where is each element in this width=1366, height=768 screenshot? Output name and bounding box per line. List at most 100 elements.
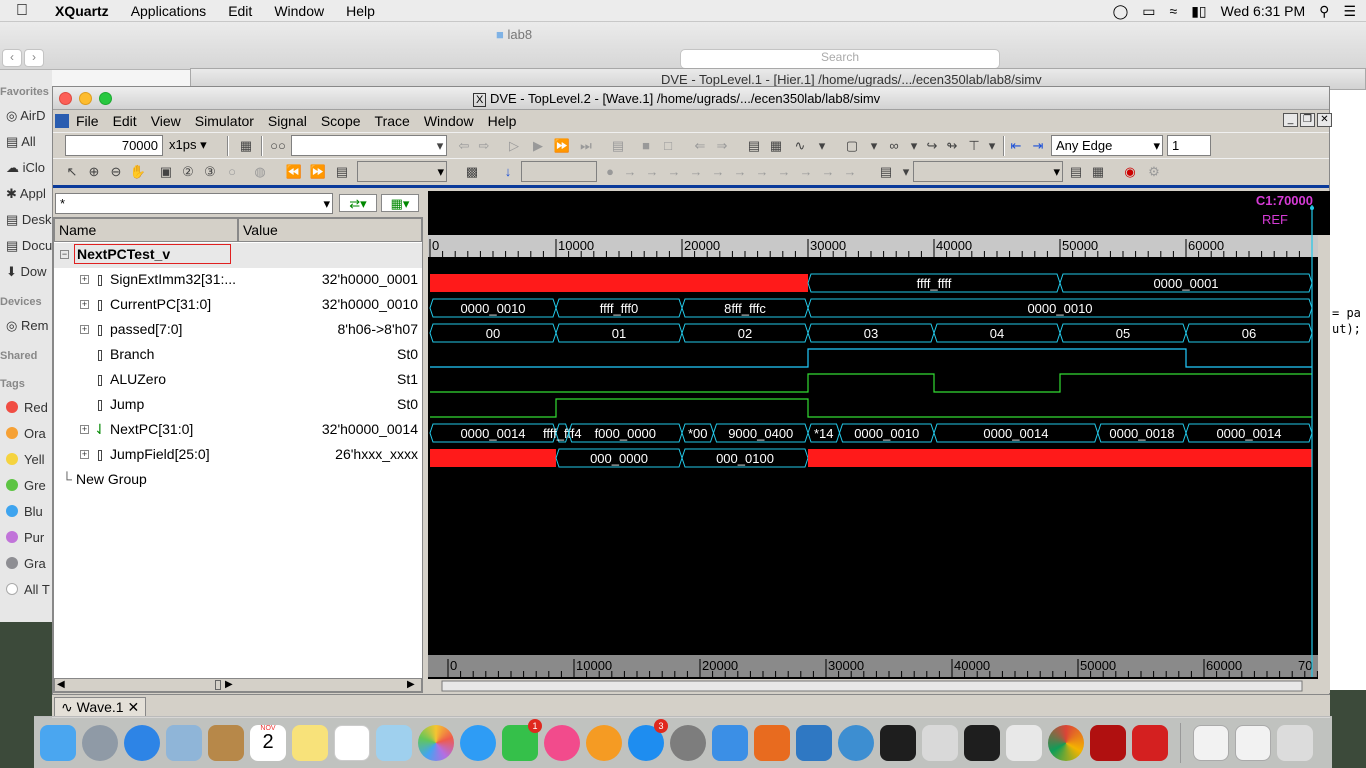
close-window-icon[interactable] [59, 92, 72, 105]
waveform-canvas[interactable]: 0010000100002000020000300003000040000400… [428, 191, 1330, 693]
quartus-icon[interactable] [838, 724, 874, 761]
notification-center-icon[interactable]: ☰ [1343, 3, 1356, 20]
time-input[interactable]: 70000 [65, 135, 163, 156]
find-prev-icon[interactable]: ⇦ [455, 137, 473, 155]
restart-icon[interactable]: ▤ [609, 137, 627, 155]
finish-icon[interactable]: □ [659, 137, 677, 155]
sidebar-tag-purple[interactable]: Pur [6, 530, 44, 545]
column-header-value[interactable]: Value [238, 218, 422, 242]
scroll-right-icon[interactable]: ▶ [225, 679, 233, 690]
find-dropdown-chevron-down-icon[interactable]: ▾ [431, 137, 449, 155]
signal-row[interactable]: ALUZero St1 [54, 368, 422, 393]
menu-edit[interactable]: Edit [106, 113, 144, 129]
group-row[interactable]: − NextPCTest_v [54, 243, 422, 268]
add-signal-icon[interactable]: ▤ [1067, 163, 1085, 181]
bp-6-icon[interactable]: → [731, 163, 749, 181]
signal-display-filter-icon[interactable]: ▦▾ [381, 194, 419, 212]
vmware-icon[interactable] [1006, 724, 1042, 761]
child-minimize-icon[interactable]: _ [1283, 113, 1298, 127]
bp-9-icon[interactable]: → [797, 163, 815, 181]
mail-icon[interactable] [166, 724, 202, 761]
bp-1-icon[interactable]: → [621, 163, 639, 181]
matlab-icon[interactable] [754, 724, 790, 761]
creative-cloud-icon[interactable]: ◯ [1113, 3, 1129, 20]
menubar-item-edit[interactable]: Edit [217, 3, 263, 19]
menu-file[interactable]: File [69, 113, 106, 129]
facetime-icon[interactable]: 1 [502, 718, 542, 761]
run-icon[interactable]: ⏭ [577, 137, 595, 155]
group-row[interactable]: └ New Group [54, 468, 422, 493]
sidebar-tag-all[interactable]: All T [6, 582, 50, 597]
finder-icon[interactable] [40, 724, 76, 761]
cover-icon[interactable]: ▩ [463, 163, 481, 181]
forward-icon[interactable]: ⇒ [713, 137, 731, 155]
edge-count-input[interactable]: 1 [1167, 135, 1211, 156]
list-view-icon[interactable]: ▤ [745, 137, 763, 155]
edge-type-select[interactable]: Any Edge ▾ [1051, 135, 1163, 156]
settings-gear-icon[interactable]: ⚙ [1145, 163, 1163, 181]
pan-hand-icon[interactable]: ✋ [129, 163, 147, 181]
safari-icon[interactable] [124, 724, 160, 761]
signal-row[interactable]: + passed[7:0] 8'h06->8'h07 [54, 318, 422, 343]
xquartz-icon[interactable] [922, 724, 958, 761]
search-value-input[interactable] [521, 161, 597, 182]
signal-type-filter-icon[interactable]: ⇄▾ [339, 194, 377, 212]
child-close-icon[interactable]: ✕ [1317, 113, 1332, 127]
expand-icon[interactable]: + [80, 425, 89, 434]
menu-view[interactable]: View [144, 113, 188, 129]
signal-row[interactable]: + SignExtImm32[31:... 32'h0000_0001 [54, 268, 422, 293]
sidebar-tag-orange[interactable]: Ora [6, 426, 46, 441]
spotlight-search-icon[interactable]: ⚲ [1319, 3, 1329, 20]
signal-row[interactable]: + JumpField[25:0] 26'hxxx_xxxx [54, 443, 422, 468]
signal-row[interactable]: + ⇃ NextPC[31:0] 32'h0000_0014 [54, 418, 422, 443]
photos-icon[interactable] [418, 724, 454, 761]
notes-icon[interactable] [292, 724, 328, 761]
signal-group-select[interactable]: ▾ [913, 161, 1063, 182]
time-unit-select[interactable]: x1ps ▾ [165, 135, 221, 156]
expand-icon[interactable]: + [80, 300, 89, 309]
trace-dropdown-chevron-down-icon[interactable]: ▾ [905, 137, 923, 155]
expand-icon[interactable]: + [80, 325, 89, 334]
finder-search-input[interactable]: Search [680, 49, 1000, 69]
calendar-icon[interactable]: NOV 2 [250, 724, 286, 761]
bp-2-icon[interactable]: → [643, 163, 661, 181]
next-view-icon[interactable]: ⏩ [309, 163, 327, 181]
bp-3-icon[interactable]: → [665, 163, 683, 181]
wave-dropdown-chevron-down-icon[interactable]: ▾ [813, 137, 831, 155]
xcode-icon[interactable] [712, 724, 748, 761]
sidebar-tag-red[interactable]: Red [6, 400, 48, 415]
chrome-icon[interactable] [1048, 724, 1084, 761]
wifi-icon[interactable]: ≈ [1170, 3, 1178, 19]
terminal-icon[interactable] [880, 724, 916, 761]
tab-wave1[interactable]: ∿ Wave.1 ✕ [54, 697, 147, 717]
prev-view-icon[interactable]: ⏪ [285, 163, 303, 181]
find-input[interactable] [291, 135, 447, 156]
view-select[interactable]: ▾ [357, 161, 447, 182]
sidebar-item-airdrop[interactable]: ◎ AirD [6, 108, 46, 124]
sidebar-item-remote-disc[interactable]: ◎ Rem [6, 318, 48, 334]
continue-icon[interactable]: ⏩ [553, 137, 571, 155]
airplay-icon[interactable]: ▭ [1142, 3, 1155, 20]
signal-list-hscrollbar[interactable]: ◀ ▶ ▶ [54, 678, 422, 692]
load-icon[interactable]: ↬ [943, 137, 961, 155]
goto-time-icon[interactable]: ▦ [237, 137, 255, 155]
bp-11-icon[interactable]: → [841, 163, 859, 181]
downloads-folder-icon[interactable] [1235, 724, 1271, 761]
menubar-item-help[interactable]: Help [335, 3, 386, 19]
column-header-name[interactable]: Name [54, 218, 238, 242]
next-icon[interactable]: ▶ [529, 137, 547, 155]
menu-window[interactable]: Window [417, 113, 481, 129]
sidebar-item-desktop[interactable]: ▤ Desk [6, 212, 52, 228]
sidebar-tag-green[interactable]: Gre [6, 478, 46, 493]
sidebar-tag-gray[interactable]: Gra [6, 556, 46, 571]
collapse-icon[interactable]: − [60, 250, 69, 259]
down-arrow-icon[interactable]: ↓ [499, 163, 517, 181]
menu-scope[interactable]: Scope [314, 113, 368, 129]
finder-back-button[interactable]: ‹ [2, 49, 22, 67]
sidebar-item-downloads[interactable]: ⬇ Dow [6, 264, 47, 280]
signal-row[interactable]: Jump St0 [54, 393, 422, 418]
bp-10-icon[interactable]: → [819, 163, 837, 181]
bp-5-icon[interactable]: → [709, 163, 727, 181]
find-binoculars-icon[interactable]: ○○ [269, 137, 287, 155]
sidebar-tag-blue[interactable]: Blu [6, 504, 43, 519]
